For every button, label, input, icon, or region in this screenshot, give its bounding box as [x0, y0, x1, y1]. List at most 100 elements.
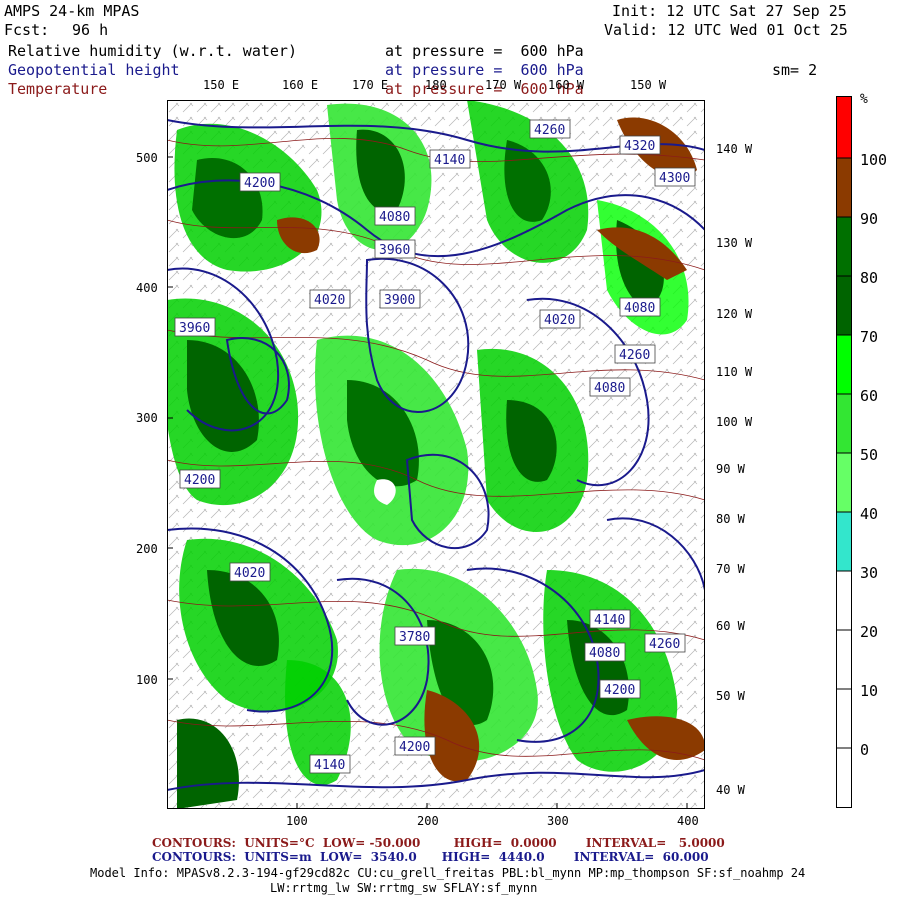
lon-label-top: 150 E	[203, 78, 240, 92]
svg-text:4080: 4080	[594, 381, 625, 396]
svg-text:4300: 4300	[659, 171, 690, 186]
colorbar-label: 50	[860, 446, 879, 464]
field-height-level: at pressure = 600 hPa	[385, 61, 584, 79]
model-title: AMPS 24-km MPAS	[4, 2, 140, 20]
forecast-hour: 96 h	[72, 21, 109, 39]
svg-text:4080: 4080	[379, 210, 410, 225]
x-tick-label: 400	[677, 814, 699, 828]
temperature-contour-info: CONTOURS: UNITS=°C LOW= -50.000 HIGH= 0.…	[152, 836, 725, 850]
lon-label-top: 160 W	[548, 78, 585, 92]
svg-text:3900: 3900	[384, 293, 415, 308]
lon-label-right: 70 W	[716, 562, 745, 576]
svg-text:4140: 4140	[314, 758, 345, 773]
y-tick-label: 500	[136, 151, 158, 165]
contour-label: 4080	[619, 297, 661, 317]
smoothing-label: sm= 2	[772, 61, 818, 79]
svg-text:4320: 4320	[624, 139, 655, 154]
contour-label: 4200	[599, 679, 641, 699]
svg-text:4200: 4200	[399, 740, 430, 755]
forecast-map: 4260 4320 4300 4140 4200 4080 3960 4020 …	[167, 100, 705, 809]
contour-label: 4260	[614, 344, 656, 364]
svg-text:4140: 4140	[594, 613, 625, 628]
valid-time: Valid: 12 UTC Wed 01 Oct 25	[604, 21, 848, 39]
lon-label-top: 150 W	[630, 78, 667, 92]
lon-label-top: 170 W	[485, 78, 522, 92]
model-info: Model Info: MPASv8.2.3-194-gf29cd82c CU:…	[90, 866, 806, 880]
contour-label: 4080	[374, 206, 416, 226]
contour-label: 4140	[309, 754, 351, 774]
contour-label: 3900	[379, 289, 421, 309]
contour-label: 4260	[644, 633, 686, 653]
svg-text:4020: 4020	[544, 313, 575, 328]
contour-label: 3780	[394, 626, 436, 646]
colorbar-label: 10	[860, 682, 879, 700]
contour-label: 3960	[374, 239, 416, 259]
colorbar-label: 70	[860, 328, 879, 346]
model-info-line-2: LW:rrtmg_lw SW:rrtmg_sw SFLAY:sf_mynn	[270, 881, 538, 895]
contour-label: 4140	[589, 609, 631, 629]
contour-label: 3960	[174, 317, 216, 337]
y-tick-label: 400	[136, 281, 158, 295]
svg-text:3960: 3960	[379, 243, 410, 258]
y-tick-label: 200	[136, 542, 158, 556]
svg-text:4020: 4020	[234, 566, 265, 581]
colorbar-label: 20	[860, 623, 879, 641]
lon-label-right: 120 W	[716, 307, 753, 321]
contour-label: 4140	[429, 149, 471, 169]
colorbar-label: 100	[860, 151, 888, 169]
x-tick-label: 100	[286, 814, 308, 828]
svg-text:3780: 3780	[399, 630, 430, 645]
svg-text:3960: 3960	[179, 321, 210, 336]
svg-text:4260: 4260	[649, 637, 680, 652]
contour-label: 4200	[179, 469, 221, 489]
field-temp-name: Temperature	[8, 80, 108, 98]
field-height-name: Geopotential height	[8, 61, 180, 79]
field-rh-name: Relative humidity (w.r.t. water)	[8, 42, 297, 60]
colorbar-label: 80	[860, 269, 879, 287]
svg-text:4020: 4020	[314, 293, 345, 308]
humidity-colorbar	[836, 96, 852, 808]
height-contour-info: CONTOURS: UNITS=m LOW= 3540.0 HIGH= 4440…	[152, 850, 709, 864]
lon-label-top: 180	[425, 78, 447, 92]
forecast-label: Fcst:	[4, 21, 50, 39]
field-rh-level: at pressure = 600 hPa	[385, 42, 584, 60]
init-time: Init: 12 UTC Sat 27 Sep 25	[612, 2, 847, 20]
contour-label: 4020	[309, 289, 351, 309]
contour-label: 4080	[589, 377, 631, 397]
contour-label: 4200	[394, 736, 436, 756]
colorbar-label: 0	[860, 741, 870, 759]
svg-text:4200: 4200	[184, 473, 215, 488]
lon-label-right: 60 W	[716, 619, 745, 633]
lon-label-right: 130 W	[716, 236, 753, 250]
lon-label-right: 100 W	[716, 415, 753, 429]
contour-label: 4320	[619, 135, 661, 155]
svg-text:4200: 4200	[604, 683, 635, 698]
lon-label-right: 40 W	[716, 783, 745, 797]
colorbar-label: 60	[860, 387, 879, 405]
lon-label-right: 80 W	[716, 512, 745, 526]
lon-label-right: 110 W	[716, 365, 753, 379]
svg-text:4140: 4140	[434, 153, 465, 168]
colorbar-label: 40	[860, 505, 879, 523]
svg-text:4080: 4080	[589, 646, 620, 661]
lon-label-right: 50 W	[716, 689, 745, 703]
contour-label: 4080	[584, 642, 626, 662]
contour-label: 4020	[539, 309, 581, 329]
contour-label: 4300	[654, 167, 696, 187]
x-tick-label: 300	[547, 814, 569, 828]
lon-label-top: 160 E	[282, 78, 319, 92]
svg-text:4260: 4260	[534, 123, 565, 138]
y-tick-label: 100	[136, 673, 158, 687]
contour-label: 4260	[529, 119, 571, 139]
colorbar-label: 90	[860, 210, 879, 228]
y-tick-label: 300	[136, 411, 158, 425]
svg-text:4200: 4200	[244, 176, 275, 191]
contour-label: 4200	[239, 172, 281, 192]
lon-label-right: 90 W	[716, 462, 745, 476]
svg-text:4260: 4260	[619, 348, 650, 363]
colorbar-unit: %	[860, 92, 868, 107]
x-tick-label: 200	[417, 814, 439, 828]
svg-text:4080: 4080	[624, 301, 655, 316]
contour-label: 4020	[229, 562, 271, 582]
lon-label-top: 170 E	[352, 78, 389, 92]
